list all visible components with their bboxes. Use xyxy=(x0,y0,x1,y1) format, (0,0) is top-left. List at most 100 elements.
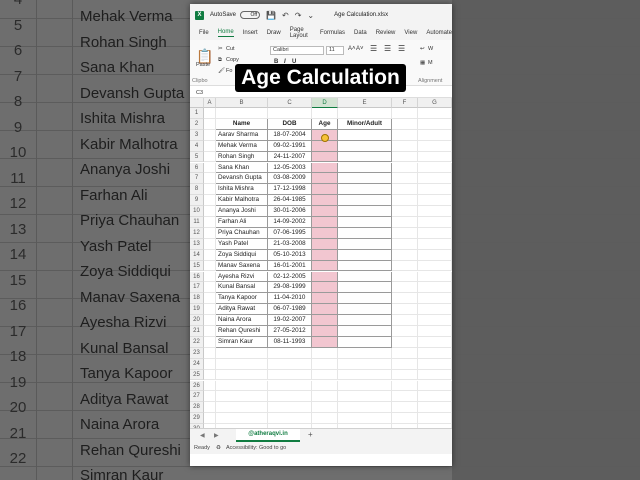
cell[interactable] xyxy=(392,118,418,130)
cell[interactable] xyxy=(392,162,418,174)
table-cell-age[interactable] xyxy=(312,227,338,239)
cell[interactable] xyxy=(338,358,392,370)
cell[interactable] xyxy=(392,369,418,381)
tab-formulas[interactable]: Formulas xyxy=(320,30,345,36)
cell[interactable] xyxy=(338,347,392,359)
cell[interactable] xyxy=(418,293,452,305)
spreadsheet-grid[interactable]: A B C D E F G 1 2 3 4 5 6 7 8 9 10 11 12 13 14 15 16 17 18 19 20 21… xyxy=(190,98,452,435)
cell[interactable] xyxy=(418,260,452,272)
cell[interactable] xyxy=(312,108,338,119)
cell[interactable] xyxy=(392,227,418,239)
table-cell-age[interactable] xyxy=(312,293,338,305)
table-cell-status[interactable] xyxy=(338,184,392,196)
tab-home[interactable]: Home xyxy=(217,29,234,37)
font-size-select[interactable]: 11 xyxy=(326,46,344,55)
row-header[interactable]: 8 xyxy=(190,184,204,196)
row-header[interactable]: 26 xyxy=(190,380,204,392)
table-cell-dob[interactable]: 16-01-2001 xyxy=(268,260,312,272)
cell[interactable] xyxy=(392,173,418,185)
align-bottom-icon[interactable]: ☰ xyxy=(398,44,405,53)
cell[interactable] xyxy=(392,195,418,207)
table-cell-age[interactable] xyxy=(312,249,338,261)
cell[interactable] xyxy=(204,391,216,403)
cell[interactable] xyxy=(392,347,418,359)
row-header[interactable]: 5 xyxy=(190,151,204,163)
cell[interactable] xyxy=(418,173,452,185)
table-cell-dob[interactable]: 08-11-1993 xyxy=(268,336,312,348)
table-cell-status[interactable] xyxy=(338,260,392,272)
cell[interactable] xyxy=(392,293,418,305)
cell[interactable] xyxy=(418,206,452,217)
table-header-status[interactable]: Minor/Adult xyxy=(338,118,392,130)
table-cell-status[interactable] xyxy=(338,282,392,294)
cell[interactable] xyxy=(204,108,216,119)
table-cell-dob[interactable]: 14-09-2002 xyxy=(268,217,312,228)
cell[interactable] xyxy=(392,402,418,414)
cell[interactable] xyxy=(338,402,392,414)
row-header[interactable]: 23 xyxy=(190,347,204,359)
row-header[interactable]: 10 xyxy=(190,206,204,217)
cell[interactable] xyxy=(204,304,216,316)
table-cell-age[interactable] xyxy=(312,173,338,185)
row-header[interactable]: 12 xyxy=(190,227,204,239)
table-cell-age[interactable] xyxy=(312,184,338,196)
font-name-select[interactable]: Calibri xyxy=(270,46,324,55)
sheet-tab[interactable]: @atheraqvi.in xyxy=(236,429,300,442)
table-cell-age[interactable] xyxy=(312,336,338,348)
tab-review[interactable]: Review xyxy=(376,30,396,36)
row-header[interactable]: 2 xyxy=(190,118,204,130)
table-cell-age[interactable] xyxy=(312,217,338,228)
cell[interactable] xyxy=(418,413,452,425)
wrap-text-button[interactable]: W xyxy=(428,46,433,52)
tab-view[interactable]: View xyxy=(404,30,417,36)
cell[interactable] xyxy=(204,282,216,294)
column-header-b[interactable]: B xyxy=(216,98,268,108)
column-header-g[interactable]: G xyxy=(418,98,452,108)
row-header[interactable]: 25 xyxy=(190,369,204,381)
cell[interactable] xyxy=(392,260,418,272)
tab-data[interactable]: Data xyxy=(354,30,367,36)
table-cell-name[interactable]: Aditya Rawat xyxy=(216,304,268,316)
table-header-dob[interactable]: DOB xyxy=(268,118,312,130)
cell[interactable] xyxy=(418,238,452,250)
cell[interactable] xyxy=(268,380,312,392)
row-header[interactable]: 16 xyxy=(190,271,204,283)
cell[interactable] xyxy=(392,282,418,294)
cell[interactable] xyxy=(392,140,418,152)
table-cell-dob[interactable]: 19-02-2007 xyxy=(268,315,312,326)
table-cell-name[interactable]: Rohan Singh xyxy=(216,151,268,163)
cell[interactable] xyxy=(216,402,268,414)
table-cell-age[interactable] xyxy=(312,238,338,250)
row-header[interactable]: 15 xyxy=(190,260,204,272)
table-cell-dob[interactable]: 24-11-2007 xyxy=(268,151,312,163)
column-header-f[interactable]: F xyxy=(392,98,418,108)
row-header[interactable]: 4 xyxy=(190,140,204,152)
table-cell-dob[interactable]: 27-05-2012 xyxy=(268,326,312,337)
redo-icon[interactable]: ↷ xyxy=(295,11,302,20)
cell[interactable] xyxy=(418,282,452,294)
table-header-age[interactable]: Age xyxy=(312,118,338,130)
table-cell-name[interactable]: Kabir Malhotra xyxy=(216,195,268,207)
table-cell-age[interactable] xyxy=(312,206,338,217)
cell[interactable] xyxy=(392,315,418,326)
cell[interactable] xyxy=(204,347,216,359)
table-cell-status[interactable] xyxy=(338,326,392,337)
table-cell-dob[interactable]: 05-10-2013 xyxy=(268,249,312,261)
table-cell-status[interactable] xyxy=(338,249,392,261)
table-cell-name[interactable]: Naina Arora xyxy=(216,315,268,326)
cell[interactable] xyxy=(312,402,338,414)
table-cell-dob[interactable]: 29-08-1999 xyxy=(268,282,312,294)
row-header[interactable]: 11 xyxy=(190,217,204,228)
cell[interactable] xyxy=(392,184,418,196)
table-cell-name[interactable]: Zoya Siddiqui xyxy=(216,249,268,261)
cell[interactable] xyxy=(418,326,452,337)
table-cell-status[interactable] xyxy=(338,304,392,316)
row-header[interactable]: 19 xyxy=(190,304,204,316)
merge-icon[interactable]: ▦ xyxy=(420,60,425,66)
cell[interactable] xyxy=(418,380,452,392)
cell[interactable] xyxy=(338,380,392,392)
tab-file[interactable]: File xyxy=(199,30,209,36)
cell[interactable] xyxy=(418,227,452,239)
cell[interactable] xyxy=(204,336,216,348)
cell[interactable] xyxy=(204,271,216,283)
